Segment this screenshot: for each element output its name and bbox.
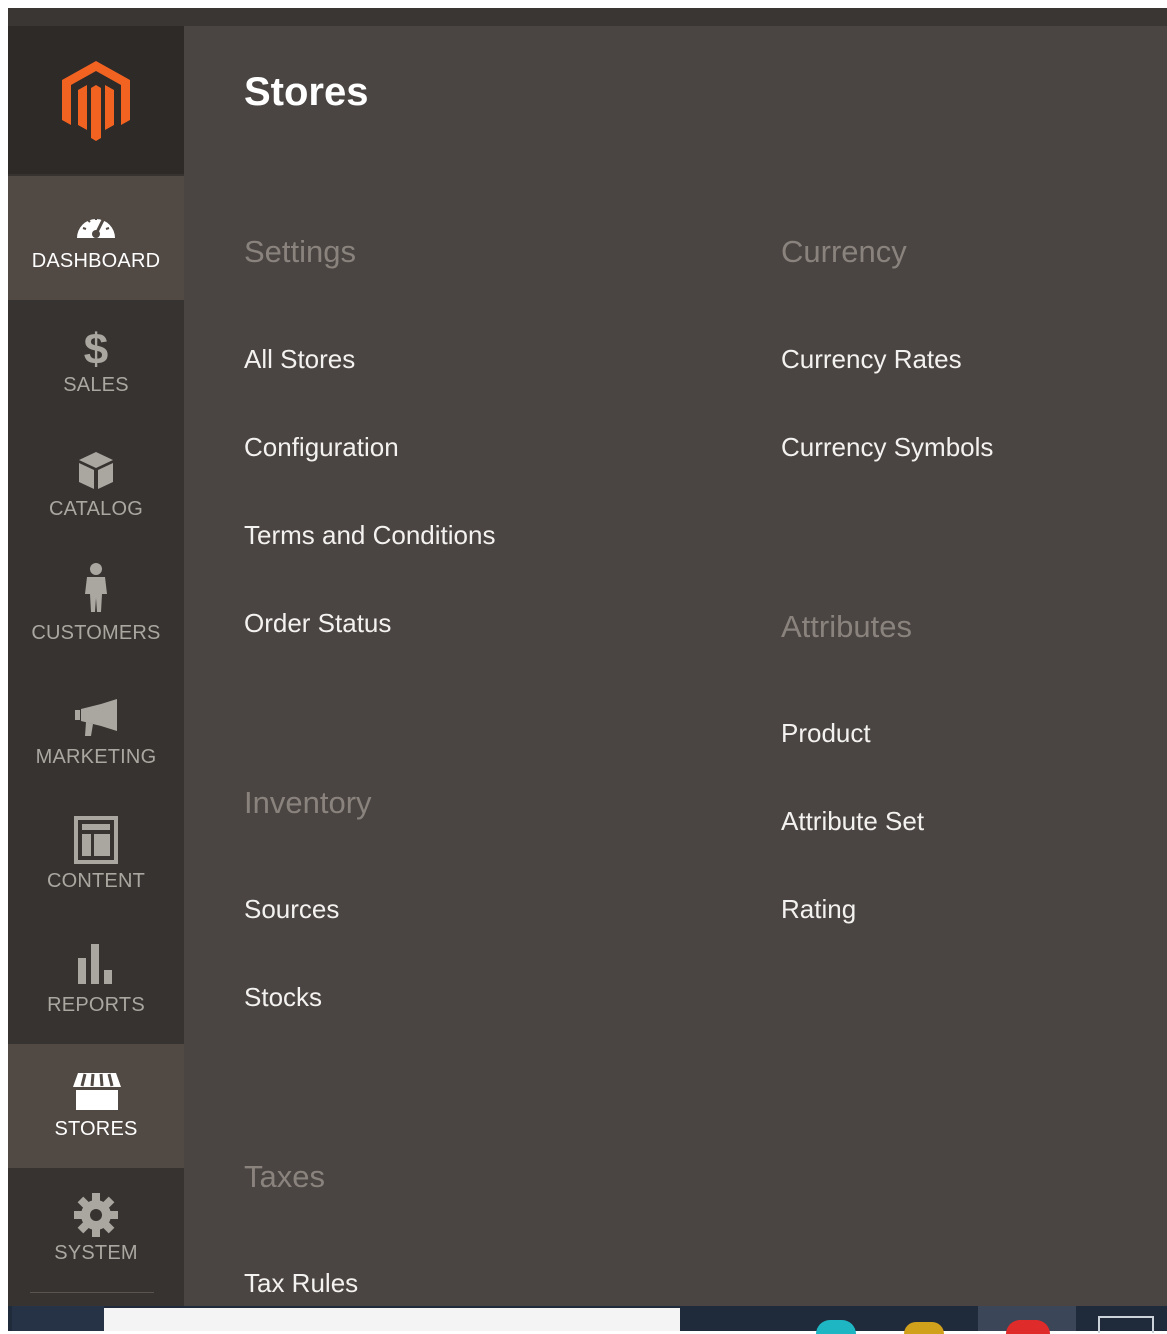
- section-title-settings: Settings: [244, 234, 357, 269]
- menu-link-configuration[interactable]: Configuration: [244, 432, 399, 463]
- megaphone-icon: [72, 698, 120, 746]
- menu-link-stocks[interactable]: Stocks: [244, 982, 322, 1013]
- stores-menu-panel: Stores Settings All Stores Configuration…: [184, 26, 1167, 1306]
- magento-logo-icon: [62, 61, 130, 141]
- sidebar-item-stores[interactable]: STORES: [8, 1044, 184, 1168]
- sidebar-item-label: REPORTS: [47, 994, 145, 1016]
- sidebar-item-label: CATALOG: [48, 498, 143, 520]
- content-layout-icon: [72, 816, 120, 864]
- taskbar-app-icon[interactable]: [816, 1320, 856, 1334]
- taskbar-window-thumbnail[interactable]: [104, 1308, 680, 1331]
- sidebar-item-label: MARKETING: [35, 746, 157, 768]
- sidebar-item-label: SYSTEM: [54, 1242, 138, 1264]
- sidebar-item-label: SALES: [63, 374, 129, 396]
- sidebar-item-dashboard[interactable]: DASHBOARD: [8, 176, 184, 300]
- menu-link-currency-rates[interactable]: Currency Rates: [781, 344, 962, 375]
- section-title-taxes: Taxes: [244, 1159, 325, 1194]
- sidebar-item-label: CONTENT: [46, 870, 146, 892]
- menu-link-terms-and-conditions[interactable]: Terms and Conditions: [244, 520, 495, 551]
- customer-person-icon: [72, 562, 120, 612]
- sidebar-item-marketing[interactable]: MARKETING: [8, 672, 184, 796]
- taskbar-app-icon[interactable]: [1006, 1320, 1050, 1334]
- sidebar-item-label: STORES: [54, 1118, 138, 1140]
- os-taskbar: [8, 1306, 1167, 1334]
- sidebar-bottom-divider: [30, 1292, 154, 1293]
- taskbar-app-icon[interactable]: [904, 1322, 944, 1334]
- taskbar-start-area[interactable]: [12, 1306, 104, 1331]
- menu-link-all-stores[interactable]: All Stores: [244, 344, 355, 375]
- dashboard-gauge-icon: [72, 206, 120, 254]
- section-title-inventory: Inventory: [244, 785, 372, 820]
- sidebar-item-system[interactable]: SYSTEM: [8, 1168, 184, 1292]
- page-title: Stores: [244, 70, 369, 114]
- storefront-icon: [72, 1070, 121, 1118]
- logo-area[interactable]: [8, 26, 184, 174]
- admin-sidebar: DASHBOARD $ SALES CATALOG CUSTOMERS MARK…: [8, 26, 184, 1306]
- menu-link-product[interactable]: Product: [781, 718, 871, 749]
- sidebar-item-sales[interactable]: $ SALES: [8, 300, 184, 424]
- sidebar-item-content[interactable]: CONTENT: [8, 796, 184, 920]
- sidebar-item-reports[interactable]: REPORTS: [8, 920, 184, 1044]
- catalog-box-icon: [72, 448, 120, 496]
- taskbar-window-icon[interactable]: [1098, 1316, 1154, 1333]
- menu-link-attribute-set[interactable]: Attribute Set: [781, 806, 924, 837]
- admin-top-bar: [8, 8, 1167, 26]
- sidebar-item-customers[interactable]: CUSTOMERS: [8, 548, 184, 672]
- sidebar-item-label: DASHBOARD: [31, 250, 161, 272]
- menu-link-order-status[interactable]: Order Status: [244, 608, 391, 639]
- menu-link-currency-symbols[interactable]: Currency Symbols: [781, 432, 993, 463]
- menu-link-sources[interactable]: Sources: [244, 894, 339, 925]
- section-title-currency: Currency: [781, 234, 907, 269]
- svg-text:$: $: [84, 325, 108, 370]
- gear-icon: [72, 1192, 120, 1240]
- menu-link-rating[interactable]: Rating: [781, 894, 856, 925]
- sidebar-item-catalog[interactable]: CATALOG: [8, 424, 184, 548]
- sidebar-item-label: CUSTOMERS: [31, 622, 161, 644]
- section-title-attributes: Attributes: [781, 609, 912, 644]
- bar-chart-icon: [72, 942, 120, 990]
- menu-link-tax-rules[interactable]: Tax Rules: [244, 1268, 358, 1299]
- dollar-icon: $: [72, 324, 120, 372]
